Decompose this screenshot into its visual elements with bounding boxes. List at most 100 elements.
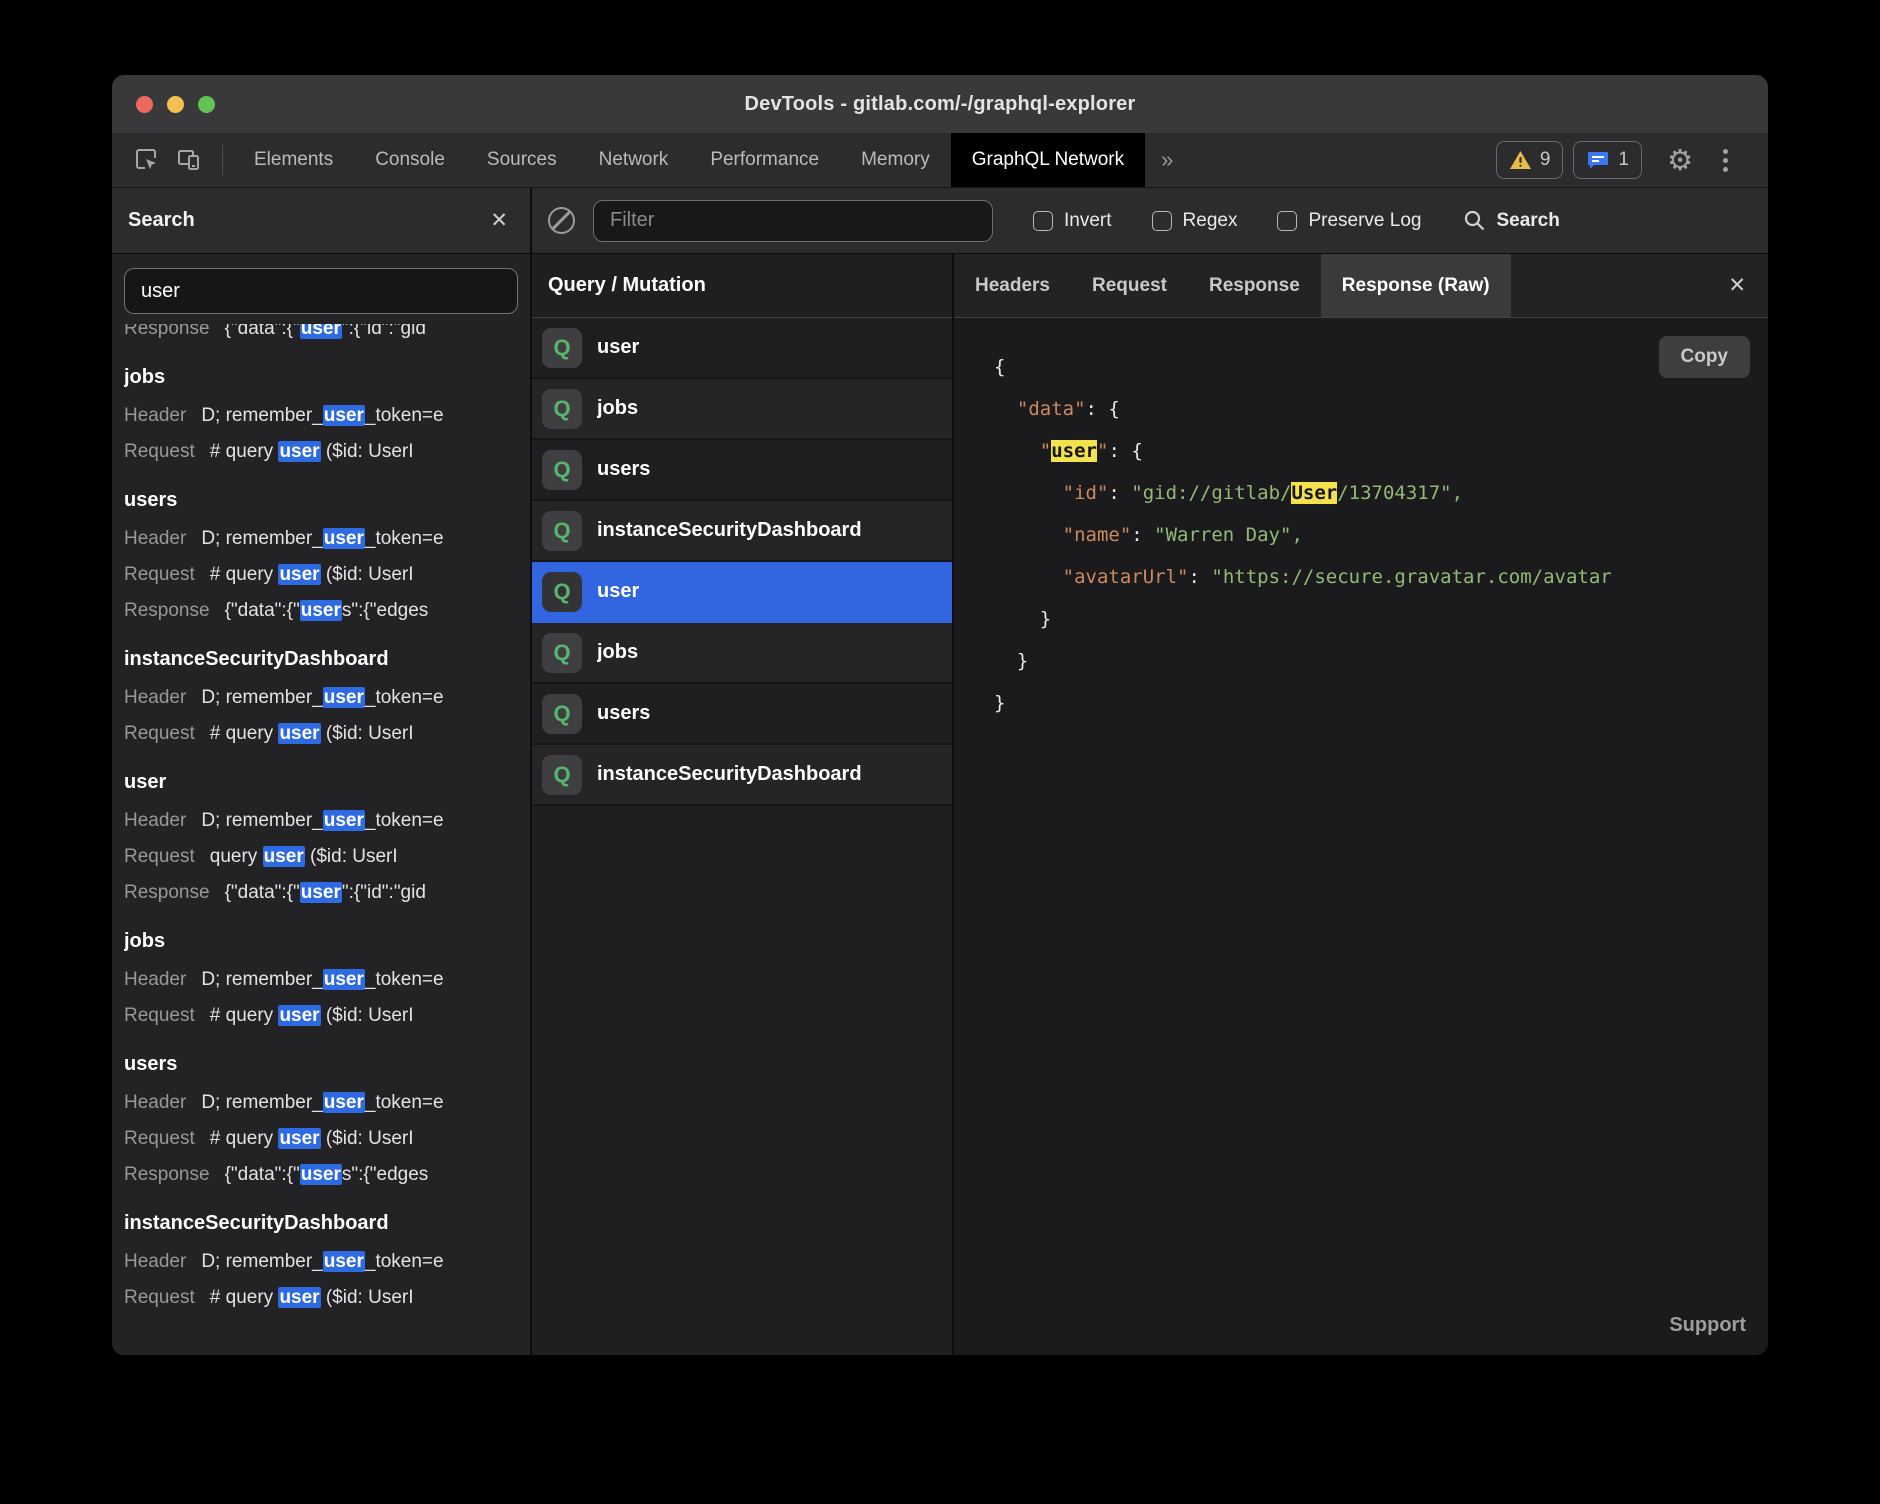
support-link[interactable]: Support — [954, 1300, 1768, 1355]
result-row[interactable]: HeaderD; remember_user_token=e — [124, 1244, 518, 1280]
result-row-label: Response — [124, 1164, 210, 1185]
result-row-label: Header — [124, 810, 186, 831]
checkbox-invert[interactable]: Invert — [1033, 210, 1112, 232]
checkbox-regex[interactable]: Regex — [1152, 210, 1238, 232]
result-row-label: Request — [124, 846, 195, 867]
result-group-title: instanceSecurityDashboard — [124, 639, 518, 680]
filter-input[interactable] — [593, 200, 993, 242]
query-type-badge: Q — [542, 755, 582, 795]
result-row[interactable]: Response{"data":{"users":{"edges — [124, 593, 518, 629]
search-input[interactable] — [124, 268, 518, 314]
result-row[interactable]: HeaderD; remember_user_token=e — [124, 1085, 518, 1121]
result-row[interactable]: HeaderD; remember_user_token=e — [124, 803, 518, 839]
window-title: DevTools - gitlab.com/-/graphql-explorer — [744, 93, 1135, 116]
detail-tab-response-raw-[interactable]: Response (Raw) — [1321, 254, 1511, 317]
query-item-label: user — [597, 580, 639, 603]
checkbox-box — [1277, 211, 1297, 231]
warning-count: 9 — [1540, 149, 1551, 171]
query-item-instancesecuritydashboard[interactable]: QinstanceSecurityDashboard — [532, 501, 952, 562]
detail-tab-response[interactable]: Response — [1188, 254, 1321, 317]
message-icon — [1586, 150, 1610, 171]
query-item-user[interactable]: Quser — [532, 318, 952, 379]
result-group-title: jobs — [124, 357, 518, 398]
result-group-title: instanceSecurityDashboard — [124, 1203, 518, 1244]
result-row[interactable]: Requestquery user ($id: UserI — [124, 839, 518, 875]
result-row[interactable]: Request# query user ($id: UserI — [124, 998, 518, 1034]
detail-close-icon[interactable]: ✕ — [1706, 254, 1768, 317]
query-type-badge: Q — [542, 450, 582, 490]
clear-icon[interactable] — [548, 207, 575, 234]
device-toolbar-icon[interactable] — [170, 141, 208, 179]
query-type-badge: Q — [542, 511, 582, 551]
issues-badge[interactable]: 1 — [1573, 141, 1642, 179]
json-line: { — [994, 346, 1768, 388]
result-row[interactable]: Response{"data":{"user":{"id":"gid — [124, 324, 518, 347]
tab-sources[interactable]: Sources — [466, 133, 578, 187]
result-row[interactable]: Response{"data":{"user":{"id":"gid — [124, 875, 518, 911]
query-item-label: instanceSecurityDashboard — [597, 519, 862, 542]
result-row-label: Request — [124, 564, 195, 585]
copy-button[interactable]: Copy — [1659, 336, 1751, 378]
result-row-label: Header — [124, 528, 186, 549]
tab-memory[interactable]: Memory — [840, 133, 951, 187]
query-item-label: users — [597, 458, 650, 481]
detail-tabs: HeadersRequestResponseResponse (Raw) ✕ — [954, 254, 1768, 318]
result-row[interactable]: Request# query user ($id: UserI — [124, 434, 518, 470]
tab-elements[interactable]: Elements — [233, 133, 354, 187]
result-row-label: Response — [124, 600, 210, 621]
inspect-element-icon[interactable] — [128, 141, 166, 179]
result-row[interactable]: HeaderD; remember_user_token=e — [124, 962, 518, 998]
json-line: "id": "gid://gitlab/User/13704317", — [994, 472, 1768, 514]
result-row[interactable]: Request# query user ($id: UserI — [124, 1121, 518, 1157]
warnings-badge[interactable]: 9 — [1496, 141, 1564, 179]
result-row-label: Header — [124, 969, 186, 990]
detail-tab-request[interactable]: Request — [1071, 254, 1188, 317]
result-row[interactable]: Request# query user ($id: UserI — [124, 1280, 518, 1316]
checkbox-preserve-log[interactable]: Preserve Log — [1277, 210, 1421, 232]
json-line: "avatarUrl": "https://secure.gravatar.co… — [994, 556, 1768, 598]
more-menu-icon[interactable] — [1710, 149, 1740, 172]
gear-icon[interactable]: ⚙ — [1660, 143, 1700, 178]
result-row[interactable]: Request# query user ($id: UserI — [124, 716, 518, 752]
query-item-label: jobs — [597, 641, 638, 664]
detail-tab-headers[interactable]: Headers — [954, 254, 1071, 317]
warning-icon — [1509, 150, 1532, 170]
result-group-title: users — [124, 1044, 518, 1085]
tab-graphql-network[interactable]: GraphQL Network — [951, 133, 1145, 187]
result-row-label: Header — [124, 405, 186, 426]
result-row-label: Request — [124, 441, 195, 462]
result-row[interactable]: HeaderD; remember_user_token=e — [124, 521, 518, 557]
zoom-window-button[interactable] — [198, 96, 215, 113]
result-row[interactable]: Response{"data":{"users":{"edges — [124, 1157, 518, 1193]
query-list-panel: Query / Mutation QuserQjobsQusersQinstan… — [532, 254, 954, 1355]
result-row-label: Request — [124, 723, 195, 744]
result-row-label: Response — [124, 882, 210, 903]
more-tabs-icon[interactable]: » — [1145, 133, 1189, 187]
tab-performance[interactable]: Performance — [689, 133, 840, 187]
result-row-label: Request — [124, 1128, 195, 1149]
close-window-button[interactable] — [136, 96, 153, 113]
result-group-title: jobs — [124, 921, 518, 962]
result-row[interactable]: HeaderD; remember_user_token=e — [124, 398, 518, 434]
query-item-label: instanceSecurityDashboard — [597, 763, 862, 786]
query-item-user[interactable]: Quser — [532, 562, 952, 623]
query-item-users[interactable]: Qusers — [532, 684, 952, 745]
result-row-label: Request — [124, 1005, 195, 1026]
query-item-jobs[interactable]: Qjobs — [532, 623, 952, 684]
query-item-instancesecuritydashboard[interactable]: QinstanceSecurityDashboard — [532, 745, 952, 806]
search-close-icon[interactable]: ✕ — [484, 204, 514, 237]
tab-network[interactable]: Network — [578, 133, 690, 187]
result-row[interactable]: HeaderD; remember_user_token=e — [124, 680, 518, 716]
minimize-window-button[interactable] — [167, 96, 184, 113]
checkbox-label: Regex — [1183, 210, 1238, 232]
query-item-jobs[interactable]: Qjobs — [532, 379, 952, 440]
json-line: } — [994, 598, 1768, 640]
result-row[interactable]: Request# query user ($id: UserI — [124, 557, 518, 593]
toolbar-search-button[interactable]: Search — [1463, 209, 1559, 232]
checkbox-box — [1033, 211, 1053, 231]
tab-console[interactable]: Console — [354, 133, 466, 187]
detail-panel: HeadersRequestResponseResponse (Raw) ✕ C… — [954, 254, 1768, 1355]
checkbox-label: Invert — [1064, 210, 1112, 232]
query-item-users[interactable]: Qusers — [532, 440, 952, 501]
devtools-window: DevTools - gitlab.com/-/graphql-explorer… — [112, 75, 1768, 1355]
